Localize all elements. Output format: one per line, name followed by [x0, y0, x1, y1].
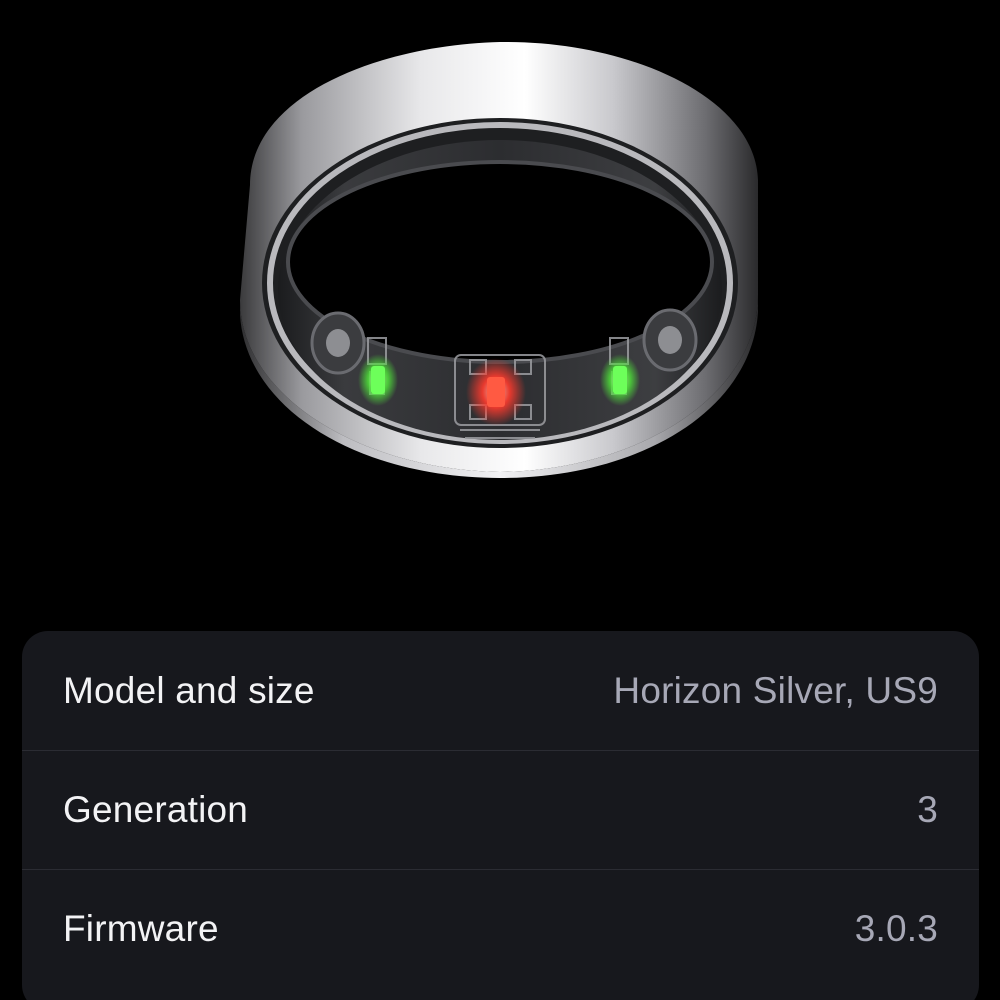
model-and-size-row[interactable]: Model and size Horizon Silver, US9 [22, 631, 979, 750]
firmware-label: Firmware [63, 908, 219, 949]
device-info-screen: Model and size Horizon Silver, US9 Gener… [0, 0, 1000, 1000]
generation-value: 3 [917, 789, 938, 830]
model-and-size-value: Horizon Silver, US9 [613, 669, 938, 711]
generation-label: Generation [63, 789, 249, 830]
oura-ring-product-icon [240, 41, 758, 478]
ring-hero [0, 0, 1000, 630]
device-info-card: Model and size Horizon Silver, US9 Gener… [22, 631, 979, 1000]
firmware-row[interactable]: Firmware 3.0.3 [22, 869, 979, 988]
firmware-value: 3.0.3 [854, 908, 938, 949]
generation-row[interactable]: Generation 3 [22, 750, 979, 869]
model-and-size-label: Model and size [63, 669, 315, 711]
